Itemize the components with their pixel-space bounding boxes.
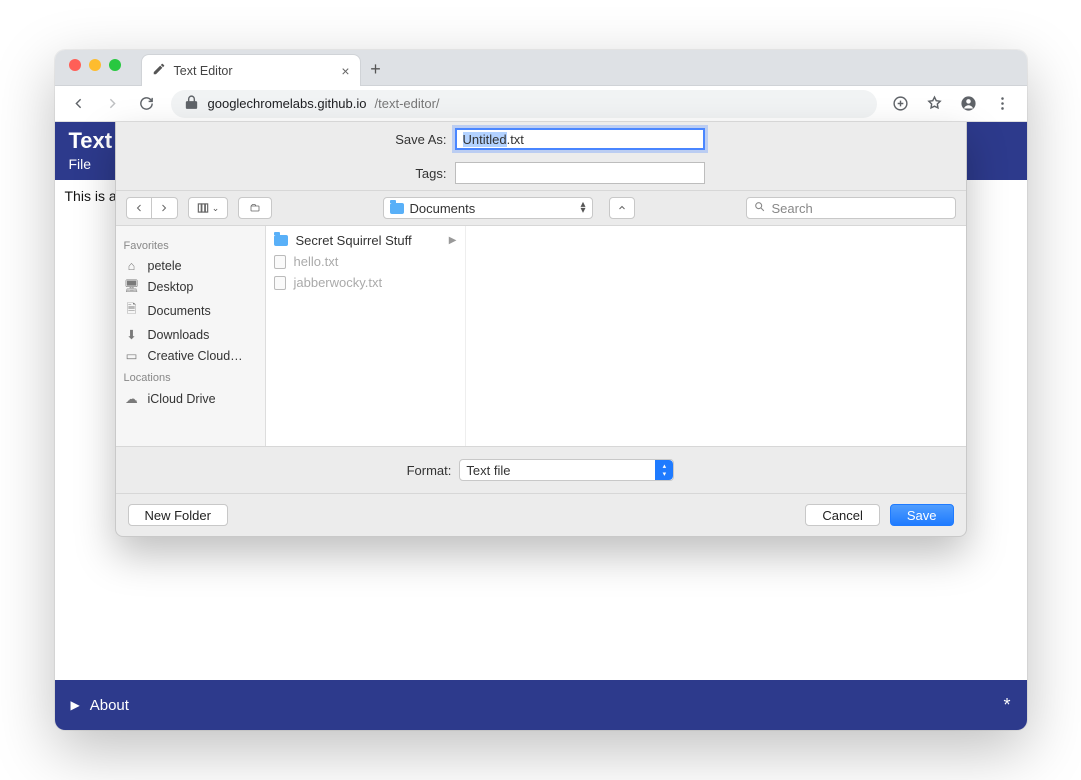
- new-folder-button[interactable]: New Folder: [128, 504, 228, 526]
- tags-input[interactable]: [455, 162, 705, 184]
- sidebar: Favorites ⌂petele 🖥Desktop 🗎Documents ⬇D…: [116, 226, 266, 446]
- tags-label: Tags:: [377, 166, 447, 181]
- dialog-search-input[interactable]: Search: [746, 197, 956, 219]
- group-button[interactable]: [238, 197, 272, 219]
- bookmark-icon[interactable]: [925, 94, 945, 114]
- url-host: googlechromelabs.github.io: [208, 96, 367, 111]
- save-as-selected: Untitled: [463, 132, 507, 147]
- page-content: Text File This is a n ▶ About * Save As:…: [55, 122, 1027, 730]
- chevron-right-icon: ▶: [449, 235, 457, 246]
- file-row[interactable]: jabberwocky.txt: [266, 272, 465, 293]
- folder-name: Secret Squirrel Stuff: [296, 233, 412, 248]
- back-button[interactable]: [126, 197, 152, 219]
- disclosure-triangle-icon[interactable]: ▶: [71, 698, 80, 712]
- browser-tab[interactable]: Text Editor ×: [141, 54, 361, 86]
- new-tab-button[interactable]: +: [361, 53, 391, 85]
- sidebar-item-creative-cloud[interactable]: ▭Creative Cloud…: [124, 345, 257, 366]
- downloads-icon: ⬇: [124, 327, 140, 342]
- cancel-button[interactable]: Cancel: [805, 504, 879, 526]
- empty-column: [466, 226, 966, 446]
- format-row: Format: Text file ▴▾: [116, 446, 966, 493]
- file-row[interactable]: hello.txt: [266, 251, 465, 272]
- window-minimize-button[interactable]: [89, 59, 101, 71]
- search-placeholder: Search: [772, 201, 813, 216]
- pencil-icon: [152, 62, 166, 79]
- nav-back-button[interactable]: [69, 94, 89, 114]
- lock-icon: [183, 94, 200, 114]
- dialog-buttons: New Folder Cancel Save: [116, 493, 966, 536]
- kebab-menu-icon[interactable]: [993, 94, 1013, 114]
- folder-icon: [274, 235, 288, 246]
- format-select[interactable]: Text file ▴▾: [459, 459, 674, 481]
- folder-icon: ▭: [124, 348, 140, 363]
- sidebar-item-desktop[interactable]: 🖥Desktop: [124, 276, 257, 297]
- sidebar-item-documents[interactable]: 🗎Documents: [124, 297, 257, 324]
- location-label: Documents: [410, 201, 476, 216]
- save-dialog: Save As: Untitled.txt Tags:: [115, 122, 967, 537]
- view-mode-button[interactable]: ⌄: [188, 197, 228, 219]
- tab-title: Text Editor: [174, 64, 233, 78]
- profile-icon[interactable]: [959, 94, 979, 114]
- favorites-header: Favorites: [124, 240, 257, 252]
- folder-row[interactable]: Secret Squirrel Stuff ▶: [266, 230, 465, 251]
- sidebar-item-downloads[interactable]: ⬇Downloads: [124, 324, 257, 345]
- dirty-indicator: *: [1003, 695, 1010, 716]
- expand-up-button[interactable]: [609, 197, 635, 219]
- tab-close-icon[interactable]: ×: [341, 63, 349, 79]
- omnibox[interactable]: googlechromelabs.github.io/text-editor/: [171, 90, 877, 118]
- search-icon: [753, 200, 766, 216]
- location-select[interactable]: Documents ▴▾: [383, 197, 593, 219]
- file-icon: [274, 255, 286, 269]
- home-icon: ⌂: [124, 259, 140, 273]
- cloud-icon: ☁: [124, 391, 140, 406]
- format-value: Text file: [466, 463, 510, 478]
- sidebar-item-icloud[interactable]: ☁iCloud Drive: [124, 388, 257, 409]
- window-zoom-button[interactable]: [109, 59, 121, 71]
- nav-forward-button[interactable]: [103, 94, 123, 114]
- chevron-updown-icon: ▴▾: [580, 202, 585, 214]
- dialog-toolbar: ⌄ Documents ▴▾ Search: [116, 190, 966, 226]
- titlebar: Text Editor × +: [55, 50, 1027, 86]
- forward-button[interactable]: [152, 197, 178, 219]
- nav-segment: [126, 197, 178, 219]
- format-label: Format:: [407, 463, 452, 478]
- save-as-input[interactable]: Untitled.txt: [455, 128, 705, 150]
- traffic-lights: [69, 59, 121, 71]
- folder-icon: [390, 203, 404, 214]
- save-button[interactable]: Save: [890, 504, 954, 526]
- sidebar-item-petele[interactable]: ⌂petele: [124, 256, 257, 276]
- save-as-label: Save As:: [377, 132, 447, 147]
- file-column: Secret Squirrel Stuff ▶ hello.txt jabber…: [266, 226, 466, 446]
- url-path: /text-editor/: [375, 96, 440, 111]
- documents-icon: 🗎: [124, 300, 140, 321]
- footer-about[interactable]: About: [90, 697, 129, 714]
- browser-window: Text Editor × + googlechromelabs.github.…: [55, 50, 1027, 730]
- app-footer: ▶ About *: [55, 680, 1027, 730]
- save-as-rest: .txt: [507, 132, 524, 147]
- browser-toolbar: googlechromelabs.github.io/text-editor/: [55, 86, 1027, 122]
- install-icon[interactable]: [891, 94, 911, 114]
- reload-button[interactable]: [137, 94, 157, 114]
- dialog-body: Favorites ⌂petele 🖥Desktop 🗎Documents ⬇D…: [116, 226, 966, 446]
- locations-header: Locations: [124, 372, 257, 384]
- desktop-icon: 🖥: [124, 279, 140, 294]
- chevron-updown-icon: ▴▾: [655, 460, 673, 480]
- file-icon: [274, 276, 286, 290]
- window-close-button[interactable]: [69, 59, 81, 71]
